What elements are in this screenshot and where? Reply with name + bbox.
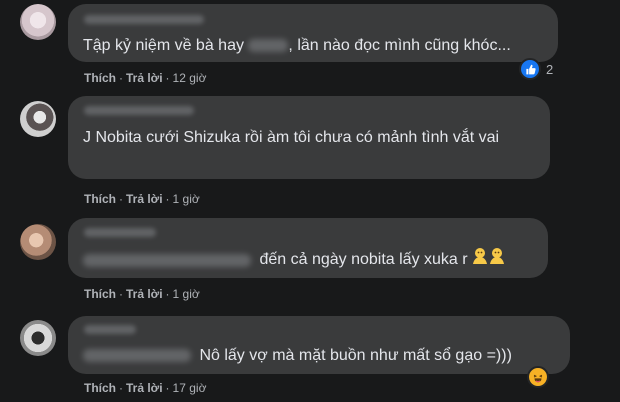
timestamp[interactable]: 1 giờ [173,192,200,206]
comment-bubble: J Nobita cưới Shizuka rồi àm tôi chưa có… [68,96,550,179]
comment-actions: Thích · Trả lời · 17 giờ [84,381,207,395]
commenter-name[interactable] [84,228,156,237]
commenter-name[interactable] [84,325,136,334]
tagged-name[interactable] [83,253,251,267]
like-button[interactable]: Thích [84,381,116,395]
comment-actions: Thích · Trả lời · 1 giờ [84,287,200,301]
comment-bubble: đến cả ngày nobita lấy xuka r [68,218,548,278]
comment-bubble: Tập kỷ niệm về bà hay , lần nào đọc mình… [68,4,558,62]
timestamp[interactable]: 1 giờ [173,287,200,301]
avatar[interactable] [20,320,56,356]
like-icon [519,58,541,80]
comment-text: đến cả ngày nobita lấy xuka r [83,247,506,273]
like-button[interactable]: Thích [84,287,116,301]
reply-button[interactable]: Trả lời [126,287,163,301]
comment-actions: Thích · Trả lời · 1 giờ [84,192,200,206]
commenter-name[interactable] [84,15,204,24]
commenter-name[interactable] [84,106,194,115]
haha-icon [527,366,549,388]
reaction-summary[interactable] [527,366,549,388]
like-button[interactable]: Thích [84,192,116,206]
pleading-hands-icon [472,247,506,273]
reaction-count: 2 [546,61,554,77]
reaction-summary[interactable]: 2 [519,58,553,80]
comment-text: Nô lấy vợ mà mặt buồn như mất sổ gạo =))… [83,343,512,368]
avatar[interactable] [20,101,56,137]
like-button[interactable]: Thích [84,71,116,85]
redacted-text [248,39,289,53]
timestamp[interactable]: 17 giờ [173,381,207,395]
reply-button[interactable]: Trả lời [126,381,163,395]
tagged-name[interactable] [83,349,191,363]
avatar[interactable] [20,4,56,40]
comment-text: J Nobita cưới Shizuka rồi àm tôi chưa có… [83,129,500,146]
reply-button[interactable]: Trả lời [126,192,163,206]
comment-text: Tập kỷ niệm về bà hay , lần nào đọc mình… [83,37,511,54]
comment-bubble: Nô lấy vợ mà mặt buồn như mất sổ gạo =))… [68,316,570,374]
timestamp[interactable]: 12 giờ [173,71,207,85]
avatar[interactable] [20,224,56,260]
comment-actions: Thích · Trả lời · 12 giờ [84,71,207,85]
reply-button[interactable]: Trả lời [126,71,163,85]
